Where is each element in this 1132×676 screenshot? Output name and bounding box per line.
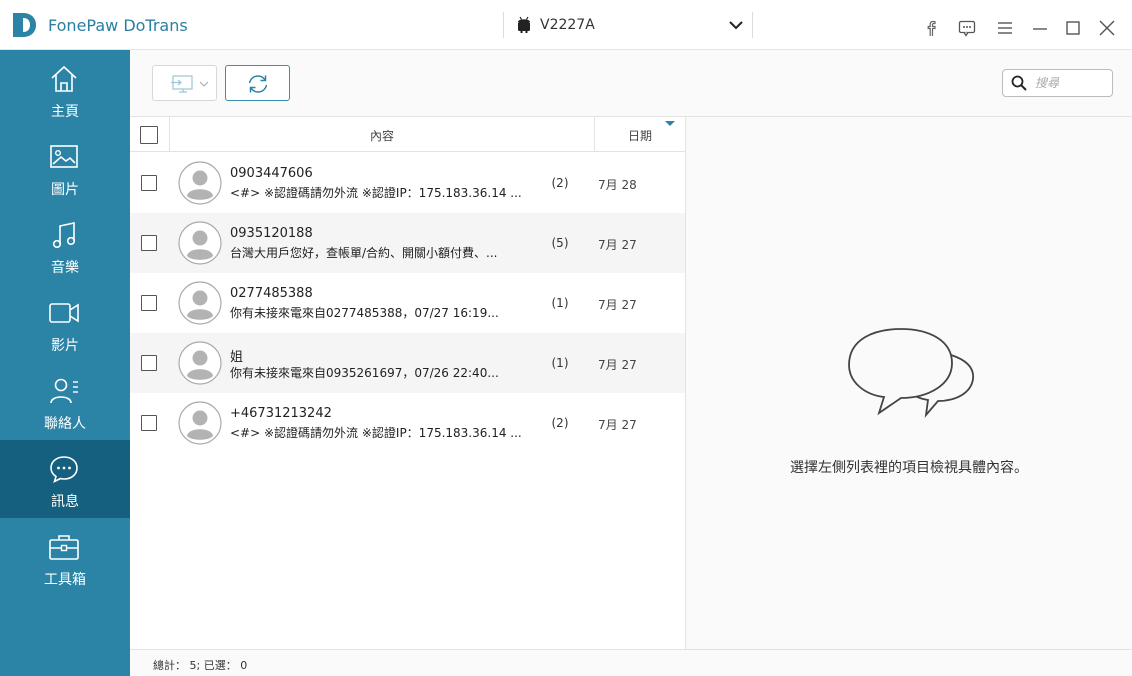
music-icon [52, 222, 76, 249]
sidebar: 主頁 圖片 音樂 影片 聯絡人 訊息 工具箱 [0, 50, 130, 676]
facebook-icon[interactable] [921, 18, 941, 38]
message-count: (5) [551, 236, 569, 250]
title-bar: FonePaw DoTrans V2227A [0, 0, 1132, 50]
video-icon [49, 303, 79, 323]
sidebar-item-label: 音樂 [51, 260, 79, 276]
menu-icon[interactable] [995, 18, 1015, 38]
message-preview: <#> ※認證碼請勿外流 ※認證IP：175.183.36.14 ... [230, 426, 522, 440]
row-checkbox[interactable] [141, 295, 157, 311]
chevron-down-icon[interactable] [198, 79, 210, 89]
avatar-icon [178, 161, 222, 205]
avatar-icon [178, 341, 222, 385]
sidebar-item-messages[interactable]: 訊息 [0, 440, 130, 518]
message-thread-row[interactable]: 0903447606 <#> ※認證碼請勿外流 ※認證IP：175.183.36… [130, 153, 685, 213]
sender: 0903447606 [230, 166, 313, 181]
sender: 0935120188 [230, 226, 313, 241]
message-date: 7月 27 [598, 418, 637, 432]
sender: +46731213242 [230, 406, 332, 421]
message-count: (1) [551, 356, 569, 370]
sidebar-item-contacts[interactable]: 聯絡人 [0, 362, 130, 440]
sender: 0277485388 [230, 286, 313, 301]
chevron-down-icon[interactable] [728, 18, 744, 32]
sidebar-item-videos[interactable]: 影片 [0, 284, 130, 362]
message-thread-row[interactable]: 0277485388 你有未接來電來自0277485388，07/27 16:1… [130, 273, 685, 333]
column-header-content[interactable]: 內容 [170, 127, 594, 144]
sidebar-item-label: 聯絡人 [44, 416, 86, 432]
sidebar-item-label: 主頁 [51, 104, 79, 120]
message-thread-row[interactable]: 0935120188 台灣大用戶您好，查帳單/合約、開關小額付費、... (5)… [130, 213, 685, 273]
row-checkbox[interactable] [141, 175, 157, 191]
photo-icon [50, 145, 78, 168]
message-date: 7月 27 [598, 298, 637, 312]
message-detail-panel: 選擇左側列表裡的項目檢視具體內容。 [686, 116, 1132, 649]
selection-count-text: 總計： 5; 已選： 0 [153, 659, 248, 672]
toolbar [130, 50, 1132, 116]
avatar-icon [178, 401, 222, 445]
message-preview: 你有未接來電來自0277485388，07/27 16:19... [230, 306, 499, 320]
message-count: (2) [551, 176, 569, 190]
message-list-panel: 內容 日期 0903447606 <#> ※認證碼請勿外流 ※認證IP：175.… [130, 116, 686, 649]
device-selector[interactable]: V2227A [503, 12, 753, 38]
row-checkbox[interactable] [141, 355, 157, 371]
sidebar-item-label: 工具箱 [44, 572, 86, 588]
empty-state-text: 選擇左側列表裡的項目檢視具體內容。 [790, 460, 1028, 476]
select-all-checkbox[interactable] [140, 126, 158, 144]
sidebar-item-home[interactable]: 主頁 [0, 50, 130, 128]
home-icon [51, 65, 77, 92]
sidebar-item-label: 影片 [51, 338, 79, 354]
sidebar-item-label: 訊息 [51, 494, 79, 510]
row-checkbox[interactable] [141, 415, 157, 431]
toolbox-icon [49, 535, 79, 560]
message-thread-row[interactable]: 姐 你有未接來電來自0935261697，07/26 22:40... (1) … [130, 333, 685, 393]
feedback-icon[interactable] [957, 18, 977, 38]
sender: 姐 [230, 350, 244, 365]
search-input[interactable] [1035, 74, 1109, 92]
fonepaw-logo-icon [13, 13, 36, 37]
message-icon [50, 456, 78, 484]
message-date: 7月 27 [598, 358, 637, 372]
export-to-pc-icon [171, 75, 193, 93]
list-header: 內容 日期 [130, 117, 685, 152]
sidebar-item-music[interactable]: 音樂 [0, 206, 130, 284]
app-title: FonePaw DoTrans [48, 16, 188, 35]
sidebar-item-label: 圖片 [51, 182, 79, 198]
export-to-pc-button[interactable] [152, 65, 217, 101]
contacts-icon [50, 378, 78, 404]
search-box[interactable] [1002, 69, 1113, 97]
message-thread-row[interactable]: +46731213242 <#> ※認證碼請勿外流 ※認證IP：175.183.… [130, 393, 685, 453]
column-header-date[interactable]: 日期 [595, 127, 685, 144]
avatar-icon [178, 221, 222, 265]
message-date: 7月 27 [598, 238, 637, 252]
close-icon[interactable] [1097, 18, 1117, 38]
search-icon [1011, 75, 1027, 91]
android-icon [518, 16, 530, 33]
empty-chat-bubbles-icon [848, 328, 974, 418]
message-date: 7月 28 [598, 178, 637, 192]
message-preview: <#> ※認證碼請勿外流 ※認證IP：175.183.36.14 ... [230, 186, 522, 200]
row-checkbox[interactable] [141, 235, 157, 251]
minimize-icon[interactable] [1030, 18, 1050, 38]
message-count: (1) [551, 296, 569, 310]
message-count: (2) [551, 416, 569, 430]
sort-desc-icon[interactable] [665, 121, 675, 126]
message-preview: 你有未接來電來自0935261697，07/26 22:40... [230, 366, 499, 380]
sidebar-item-toolbox[interactable]: 工具箱 [0, 518, 130, 596]
device-name: V2227A [540, 17, 595, 33]
message-preview: 台灣大用戶您好，查帳單/合約、開關小額付費、... [230, 246, 498, 260]
sidebar-item-photos[interactable]: 圖片 [0, 128, 130, 206]
refresh-icon [248, 75, 268, 93]
refresh-button[interactable] [225, 65, 290, 101]
maximize-icon[interactable] [1063, 18, 1083, 38]
avatar-icon [178, 281, 222, 325]
status-bar: 總計： 5; 已選： 0 [130, 649, 1132, 676]
